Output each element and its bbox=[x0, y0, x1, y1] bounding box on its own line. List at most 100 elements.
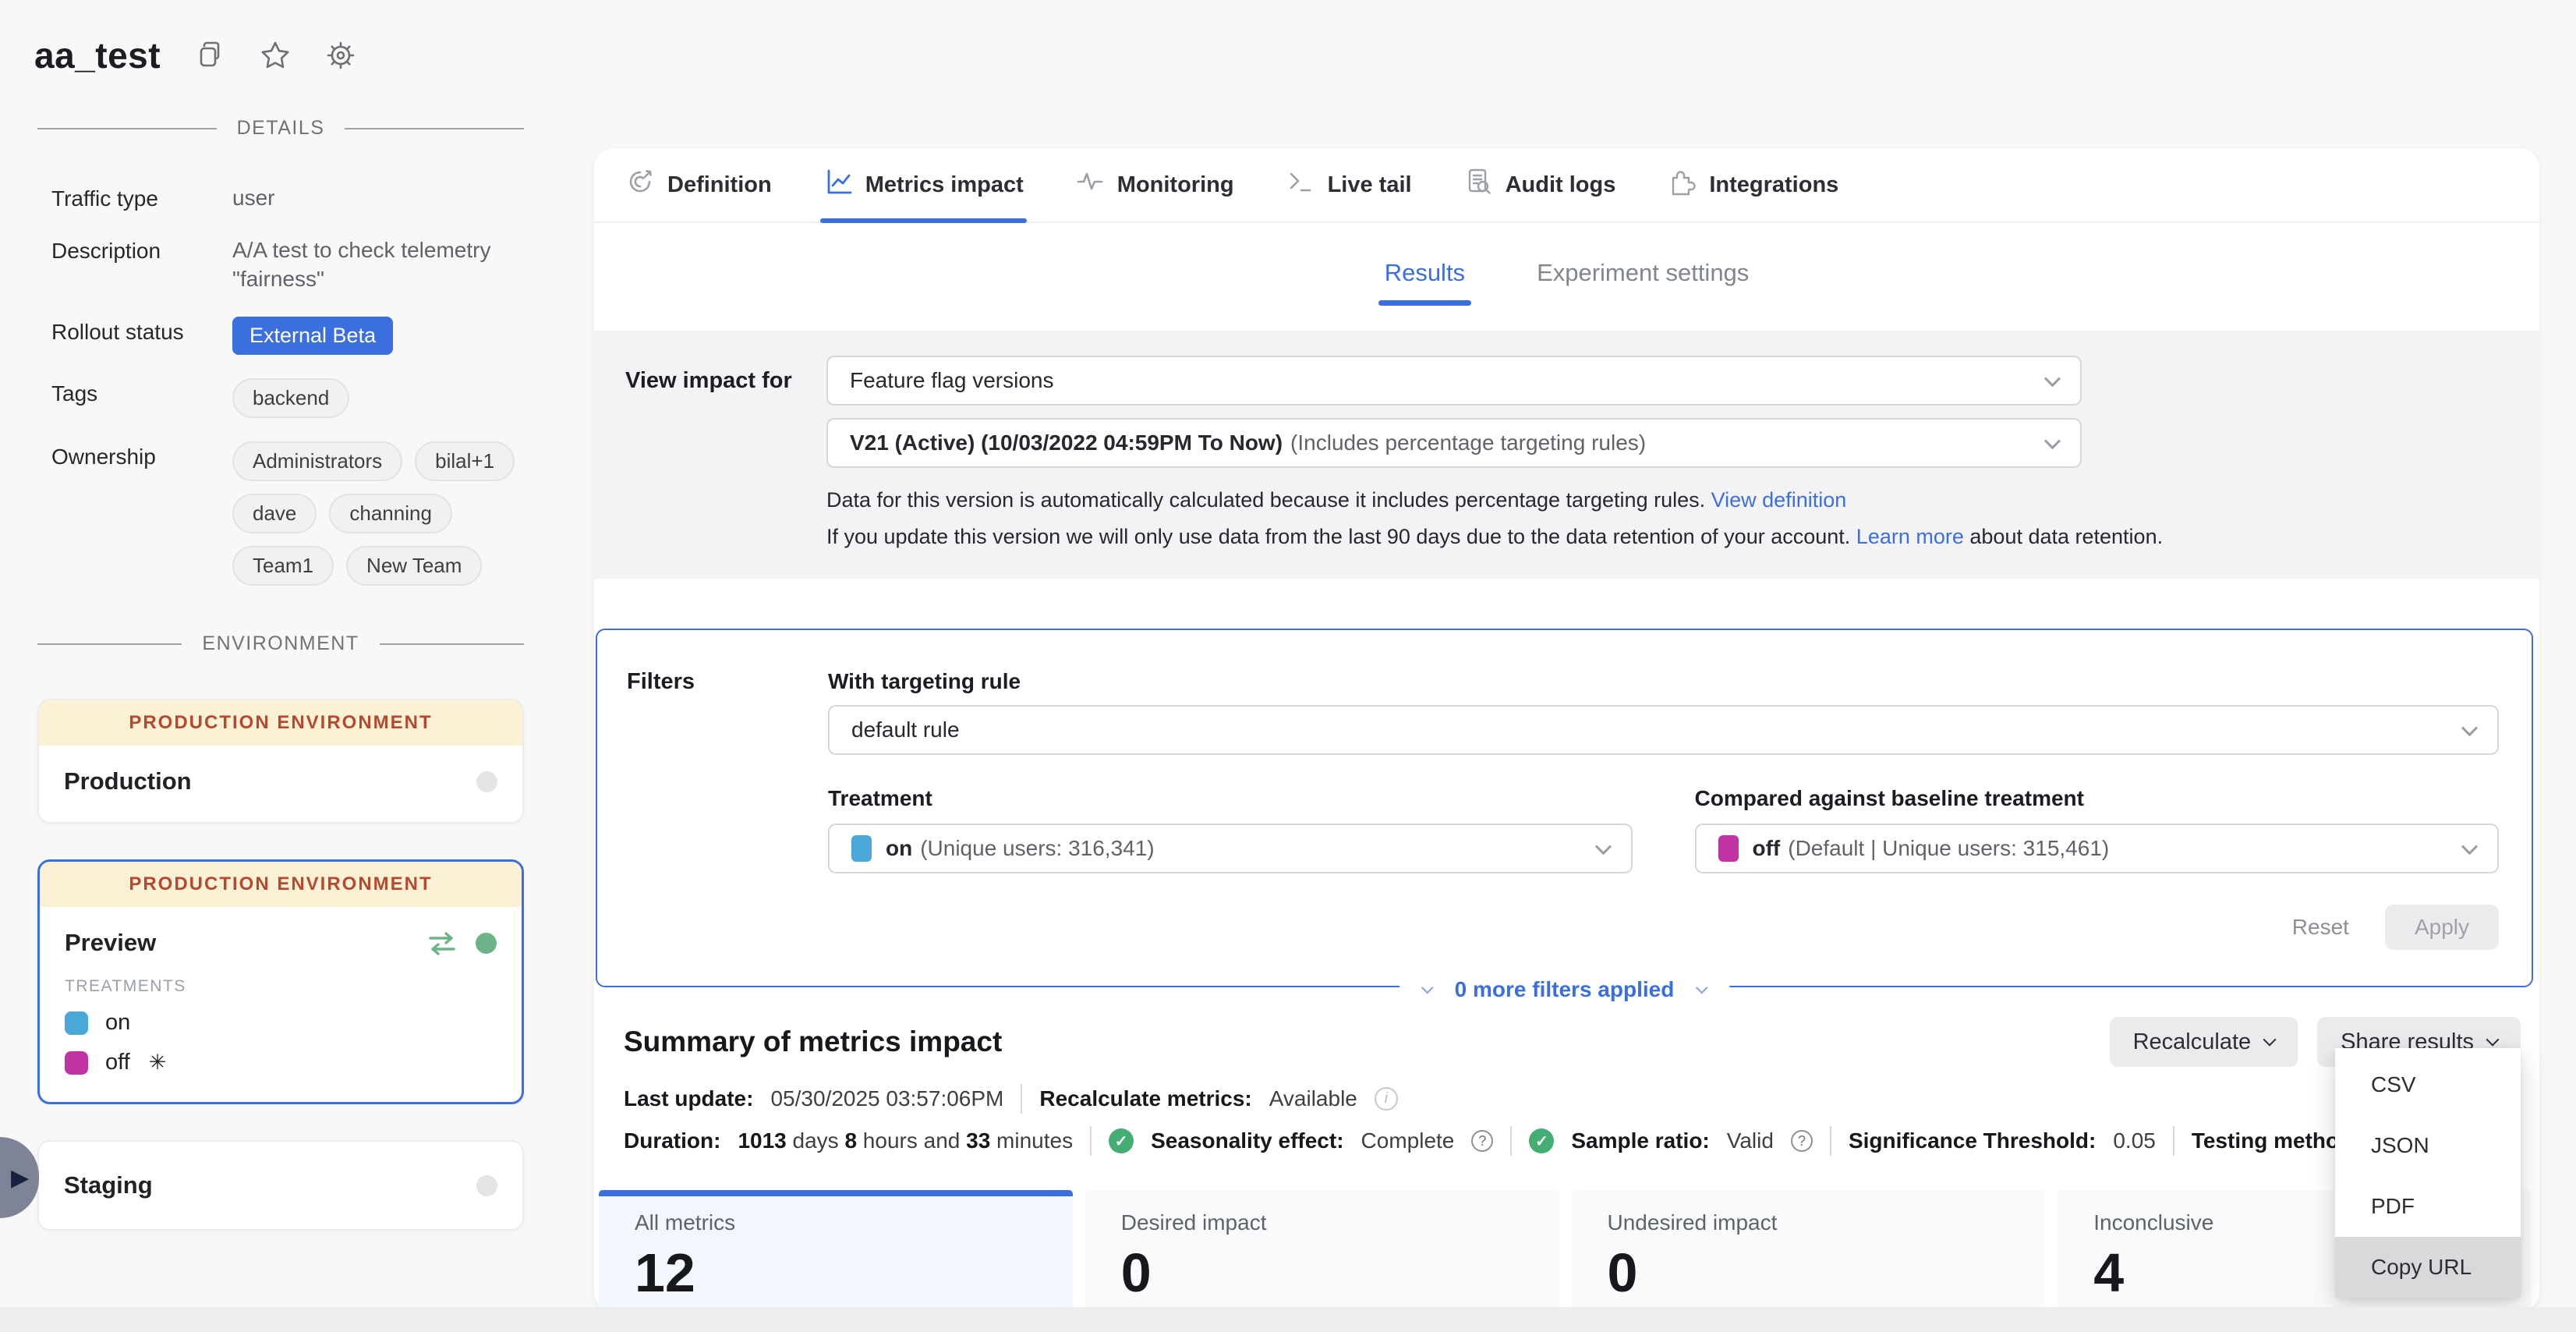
ownership-label: Ownership bbox=[51, 441, 232, 469]
baseline-select-value: off bbox=[1753, 836, 1781, 861]
environment-section-header: ENVIRONMENT bbox=[37, 632, 524, 655]
tag-pill: backend bbox=[232, 378, 349, 418]
summary-section: Summary of metrics impact Recalculate Sh… bbox=[594, 1017, 2539, 1156]
view-impact-label: View impact for bbox=[625, 356, 826, 549]
baseline-select[interactable]: off (Default | Unique users: 315,461) bbox=[1695, 824, 2500, 873]
treatments-label: TREATMENTS bbox=[65, 977, 497, 996]
version-value-note: (Includes percentage targeting rules) bbox=[1290, 430, 1646, 455]
audit-logs-icon bbox=[1463, 167, 1493, 203]
tags-label: Tags bbox=[51, 378, 232, 406]
tab-audit-logs[interactable]: Audit logs bbox=[1463, 148, 1616, 221]
env-card-production[interactable]: PRODUCTION ENVIRONMENT Production bbox=[37, 699, 524, 824]
more-filters-toggle[interactable]: 0 more filters applied bbox=[1399, 977, 1730, 1002]
live-tail-icon bbox=[1286, 167, 1315, 203]
treatment-on-swatch bbox=[65, 1011, 88, 1035]
treatment-off-swatch bbox=[1718, 835, 1739, 862]
env-name-production: Production bbox=[64, 767, 192, 795]
tab-label: Monitoring bbox=[1117, 172, 1234, 198]
seasonality-label: Seasonality effect: bbox=[1151, 1128, 1343, 1153]
help-icon[interactable]: ? bbox=[1471, 1130, 1493, 1152]
help-icon[interactable]: ? bbox=[1791, 1130, 1813, 1152]
treatment-select[interactable]: on (Unique users: 316,341) bbox=[828, 824, 1633, 873]
status-dot-gray bbox=[476, 771, 497, 792]
tab-definition[interactable]: Definition bbox=[625, 148, 772, 221]
star-icon[interactable] bbox=[259, 39, 292, 72]
share-menu-item-copy-url[interactable]: Copy URL bbox=[2335, 1237, 2521, 1298]
metric-card-value: 12 bbox=[635, 1242, 1073, 1304]
learn-more-link[interactable]: Learn more bbox=[1856, 525, 1964, 548]
page-title: aa_test bbox=[34, 34, 161, 76]
sidebar: DETAILS Traffic type user Description A/… bbox=[0, 117, 561, 1266]
environment-section-label: ENVIRONMENT bbox=[202, 632, 359, 655]
rollout-status-badge: External Beta bbox=[232, 317, 393, 355]
subtab-experiment-settings[interactable]: Experiment settings bbox=[1537, 259, 1749, 299]
filters-label: Filters bbox=[627, 669, 828, 950]
tab-label: Metrics impact bbox=[865, 172, 1024, 198]
metric-card-undesired-impact[interactable]: Undesired impact 0 bbox=[1572, 1190, 2046, 1326]
divider bbox=[1021, 1084, 1022, 1114]
gear-icon[interactable] bbox=[324, 39, 357, 72]
version-select[interactable]: V21 (Active) (10/03/2022 04:59PM To Now)… bbox=[826, 418, 2082, 468]
metric-card-value: 0 bbox=[1608, 1242, 2046, 1304]
treatment-select-value: on bbox=[886, 836, 912, 861]
recalc-metrics-label: Recalculate metrics: bbox=[1039, 1086, 1251, 1111]
subtab-results[interactable]: Results bbox=[1385, 259, 1465, 299]
chevron-down-icon bbox=[1594, 838, 1611, 855]
targeting-rule-select[interactable]: default rule bbox=[828, 705, 2499, 755]
chevron-down-icon bbox=[2044, 433, 2061, 449]
view-definition-link[interactable]: View definition bbox=[1711, 488, 1847, 512]
share-menu-item-pdf[interactable]: PDF bbox=[2335, 1176, 2521, 1237]
info-icon: i bbox=[1375, 1087, 1398, 1111]
metric-card-label: Undesired impact bbox=[1608, 1210, 2046, 1235]
view-impact-panel: View impact for Feature flag versions V2… bbox=[594, 331, 2539, 579]
targeting-rule-value: default rule bbox=[851, 717, 960, 742]
metric-card-all-metrics[interactable]: All metrics 12 bbox=[599, 1190, 1073, 1326]
summary-meta-row-2: Duration: 1013 days 8 hours and 33 minut… bbox=[624, 1126, 2521, 1156]
owner-pill: Team1 bbox=[232, 546, 334, 586]
env-card-preview[interactable]: PRODUCTION ENVIRONMENT Preview T bbox=[37, 859, 524, 1104]
copy-icon[interactable] bbox=[193, 39, 226, 72]
tab-label: Integrations bbox=[1709, 172, 1838, 198]
share-menu-item-json[interactable]: JSON bbox=[2335, 1115, 2521, 1176]
check-icon: ✓ bbox=[1109, 1128, 1134, 1153]
traffic-type-label: Traffic type bbox=[51, 183, 232, 211]
production-environment-banner: PRODUCTION ENVIRONMENT bbox=[40, 862, 522, 907]
version-note-2: If you update this version we will only … bbox=[826, 525, 2508, 549]
version-note-2-suffix: about data retention. bbox=[1969, 525, 2163, 548]
default-treatment-asterisk-icon: ✳ bbox=[149, 1050, 167, 1075]
summary-meta-row-1: Last update: 05/30/2025 03:57:06PM Recal… bbox=[624, 1084, 2521, 1114]
share-menu-item-csv[interactable]: CSV bbox=[2335, 1054, 2521, 1115]
chevron-down-icon bbox=[2044, 370, 2061, 387]
chevron-down-icon bbox=[1696, 981, 1708, 994]
metric-card-value: 0 bbox=[1121, 1242, 1559, 1304]
apply-button[interactable]: Apply bbox=[2385, 905, 2499, 950]
chevron-right-icon: ▶ bbox=[11, 1164, 29, 1192]
metric-card-desired-impact[interactable]: Desired impact 0 bbox=[1085, 1190, 1559, 1326]
filters-panel: Filters With targeting rule default rule… bbox=[596, 629, 2533, 987]
status-dot-green bbox=[476, 933, 497, 954]
treatment-on-name: on bbox=[105, 1010, 130, 1036]
share-results-menu: CSV JSON PDF Copy URL bbox=[2335, 1048, 2521, 1298]
rollout-status-label: Rollout status bbox=[51, 317, 232, 345]
reset-button[interactable]: Reset bbox=[2292, 915, 2349, 940]
swap-arrows-icon bbox=[424, 930, 460, 955]
tab-metrics-impact[interactable]: Metrics impact bbox=[823, 148, 1024, 221]
tab-monitoring[interactable]: Monitoring bbox=[1075, 148, 1234, 221]
env-name-preview: Preview bbox=[65, 929, 156, 957]
traffic-type-value: user bbox=[232, 183, 524, 212]
more-filters-label: 0 more filters applied bbox=[1455, 977, 1675, 1002]
recalculate-button[interactable]: Recalculate bbox=[2110, 1017, 2298, 1067]
check-icon: ✓ bbox=[1529, 1128, 1554, 1153]
divider bbox=[1830, 1126, 1831, 1156]
baseline-label: Compared against baseline treatment bbox=[1695, 786, 2500, 811]
owner-pills: Administrators bilal+1 dave channing Tea… bbox=[232, 441, 524, 586]
impact-type-select[interactable]: Feature flag versions bbox=[826, 356, 2082, 406]
tab-integrations[interactable]: Integrations bbox=[1667, 148, 1838, 221]
last-update-value: 05/30/2025 03:57:06PM bbox=[770, 1086, 1003, 1111]
tab-live-tail[interactable]: Live tail bbox=[1286, 148, 1412, 221]
duration-label: Duration: bbox=[624, 1128, 720, 1153]
last-update-label: Last update: bbox=[624, 1086, 753, 1111]
env-card-staging[interactable]: Staging bbox=[37, 1140, 524, 1231]
flag-header: aa_test bbox=[34, 34, 357, 76]
divider bbox=[1510, 1126, 1512, 1156]
